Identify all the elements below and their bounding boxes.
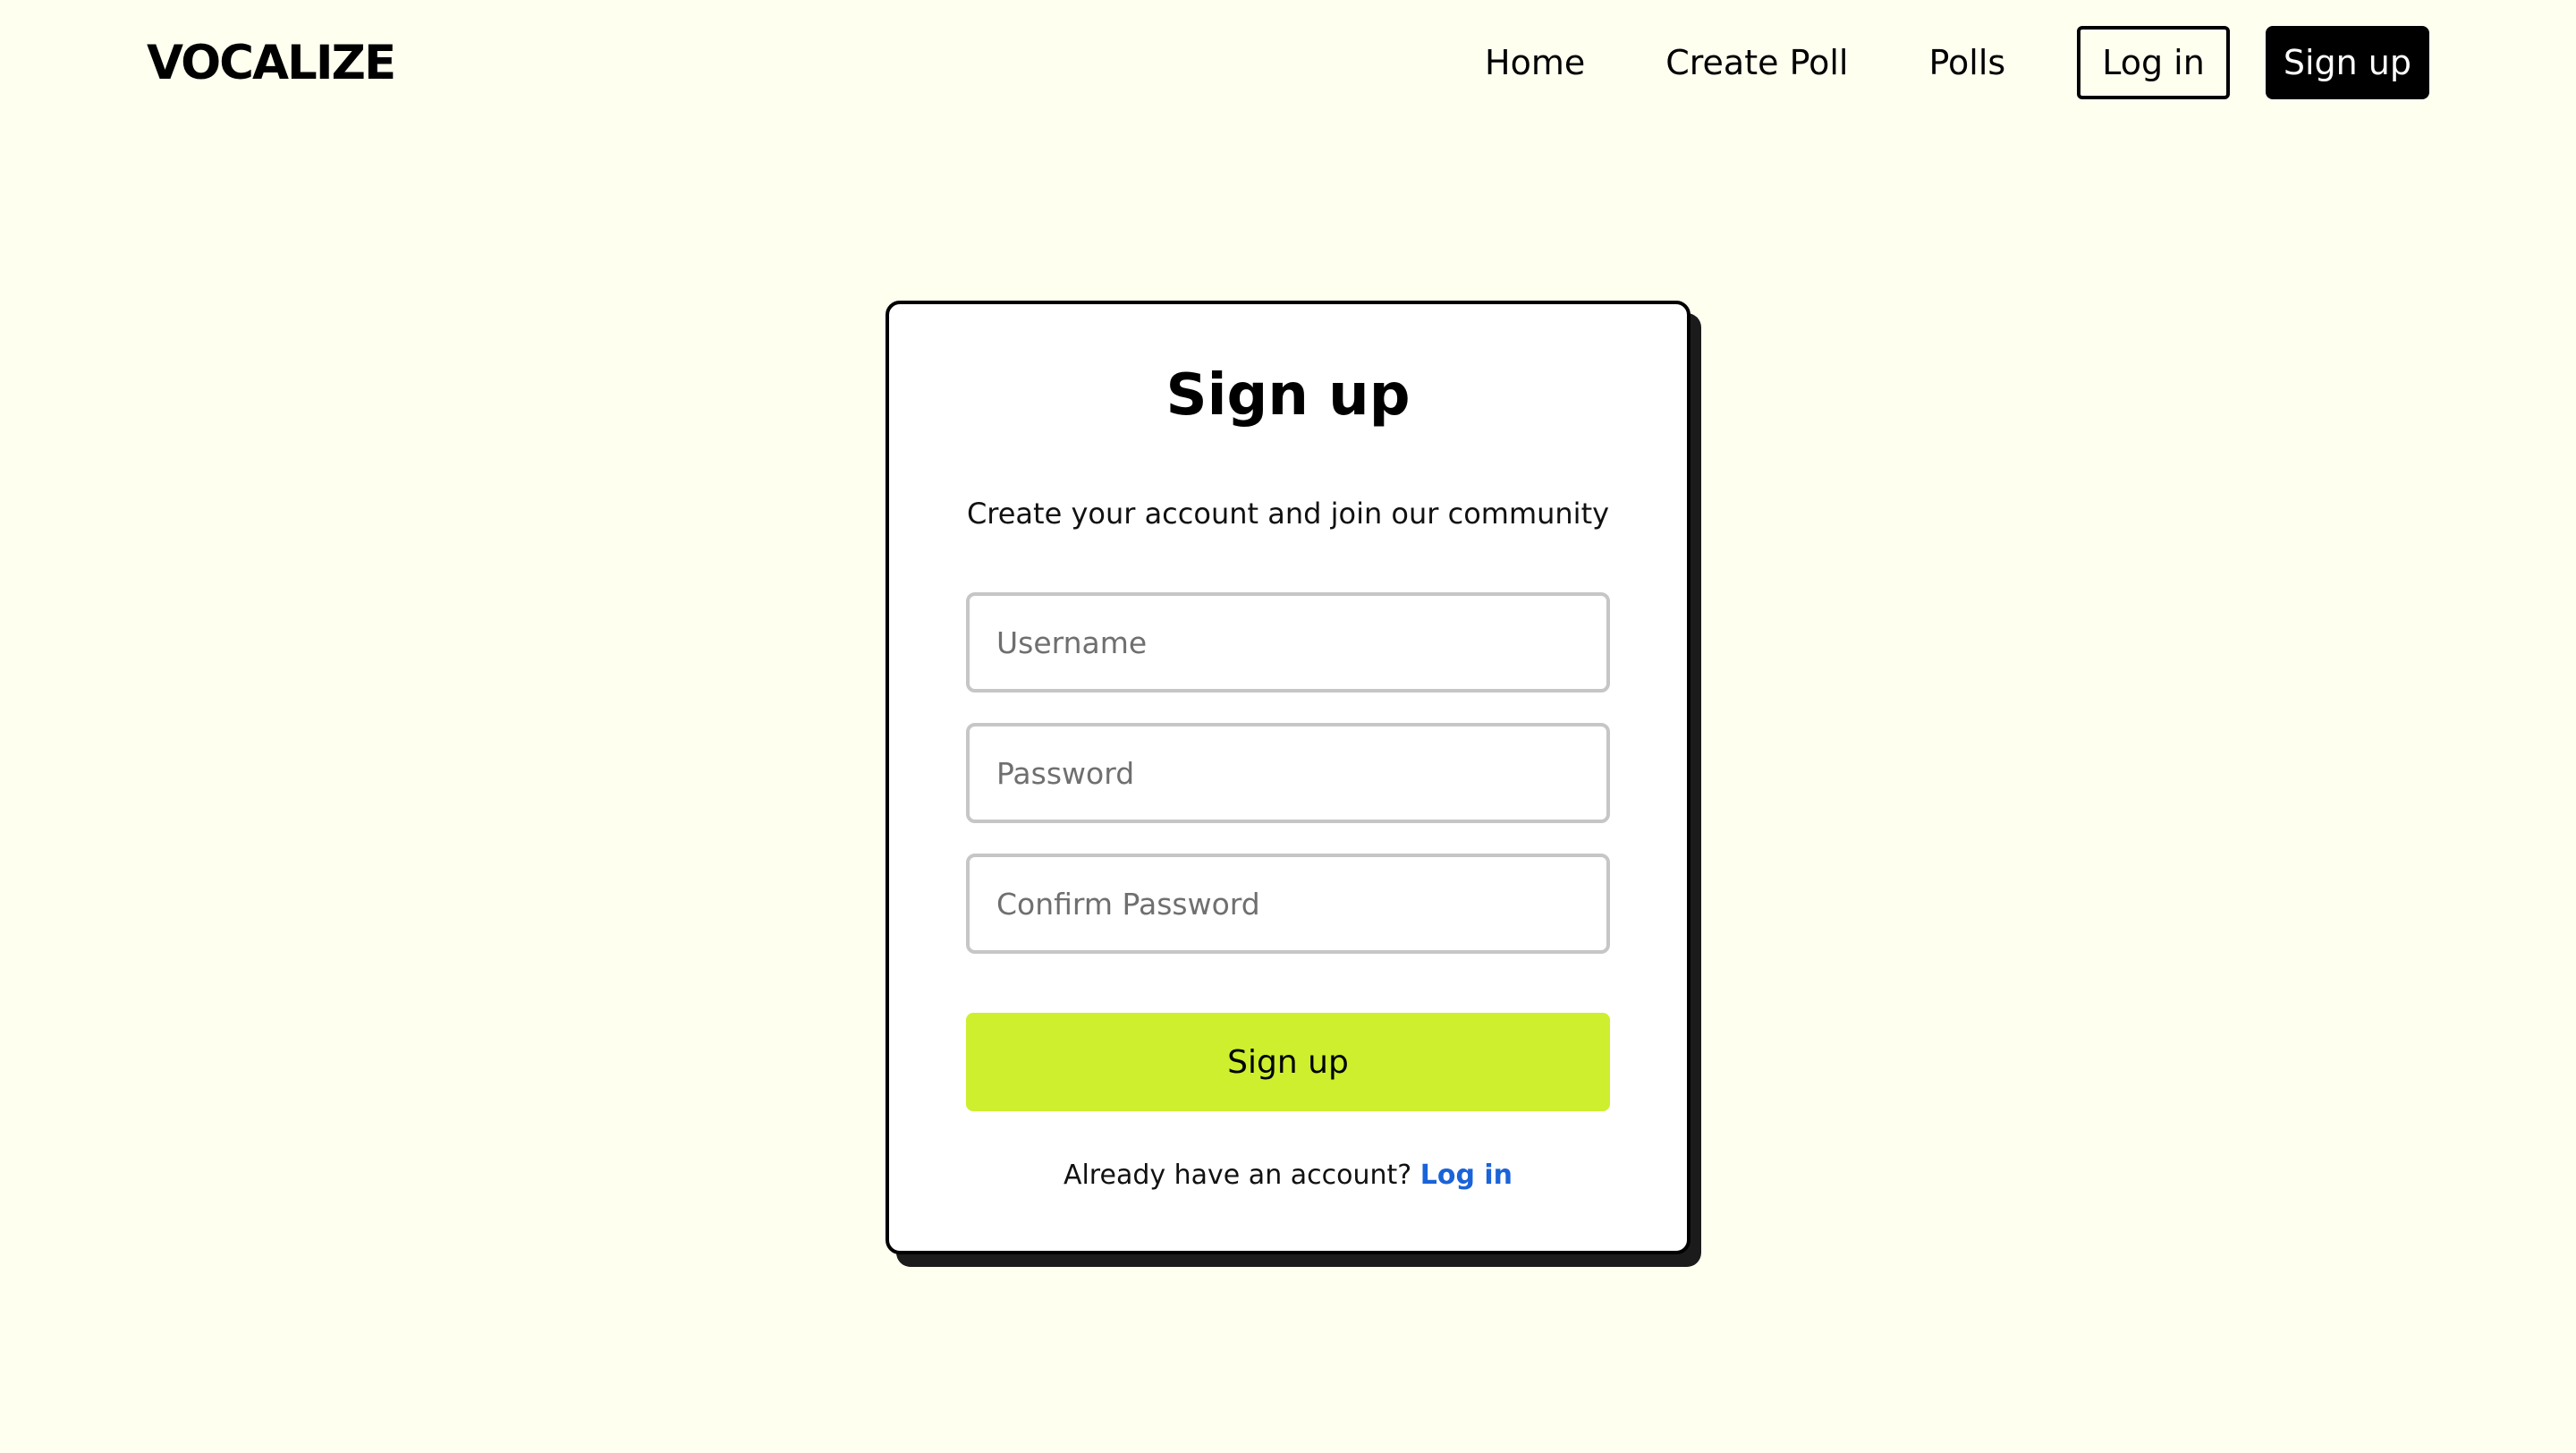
- login-link[interactable]: Log in: [1420, 1160, 1513, 1191]
- login-prompt-text: Already have an account?: [1063, 1160, 1412, 1191]
- brand-logo[interactable]: VOCALIZE: [147, 32, 396, 95]
- password-input[interactable]: [966, 723, 1610, 823]
- confirm-password-input[interactable]: [966, 854, 1610, 954]
- login-button[interactable]: Log in: [2077, 26, 2230, 99]
- nav-link-create-poll[interactable]: Create Poll: [1665, 26, 1848, 99]
- signup-title: Sign up: [1165, 362, 1411, 429]
- nav-link-polls[interactable]: Polls: [1929, 26, 2006, 99]
- signup-nav-button[interactable]: Sign up: [2265, 26, 2429, 99]
- signup-subtitle: Create your account and join our communi…: [966, 497, 1610, 531]
- login-prompt: Already have an account? Log in: [889, 1156, 1687, 1195]
- nav-link-home[interactable]: Home: [1485, 26, 1585, 99]
- username-input[interactable]: [966, 592, 1610, 693]
- signup-submit-button[interactable]: Sign up: [966, 1013, 1610, 1111]
- top-navbar: VOCALIZE Home Create Poll Polls Log in S…: [0, 0, 2576, 127]
- signup-card: Sign up Create your account and join our…: [886, 301, 1690, 1254]
- main-nav: Home Create Poll Polls Log in Sign up: [1485, 26, 2429, 99]
